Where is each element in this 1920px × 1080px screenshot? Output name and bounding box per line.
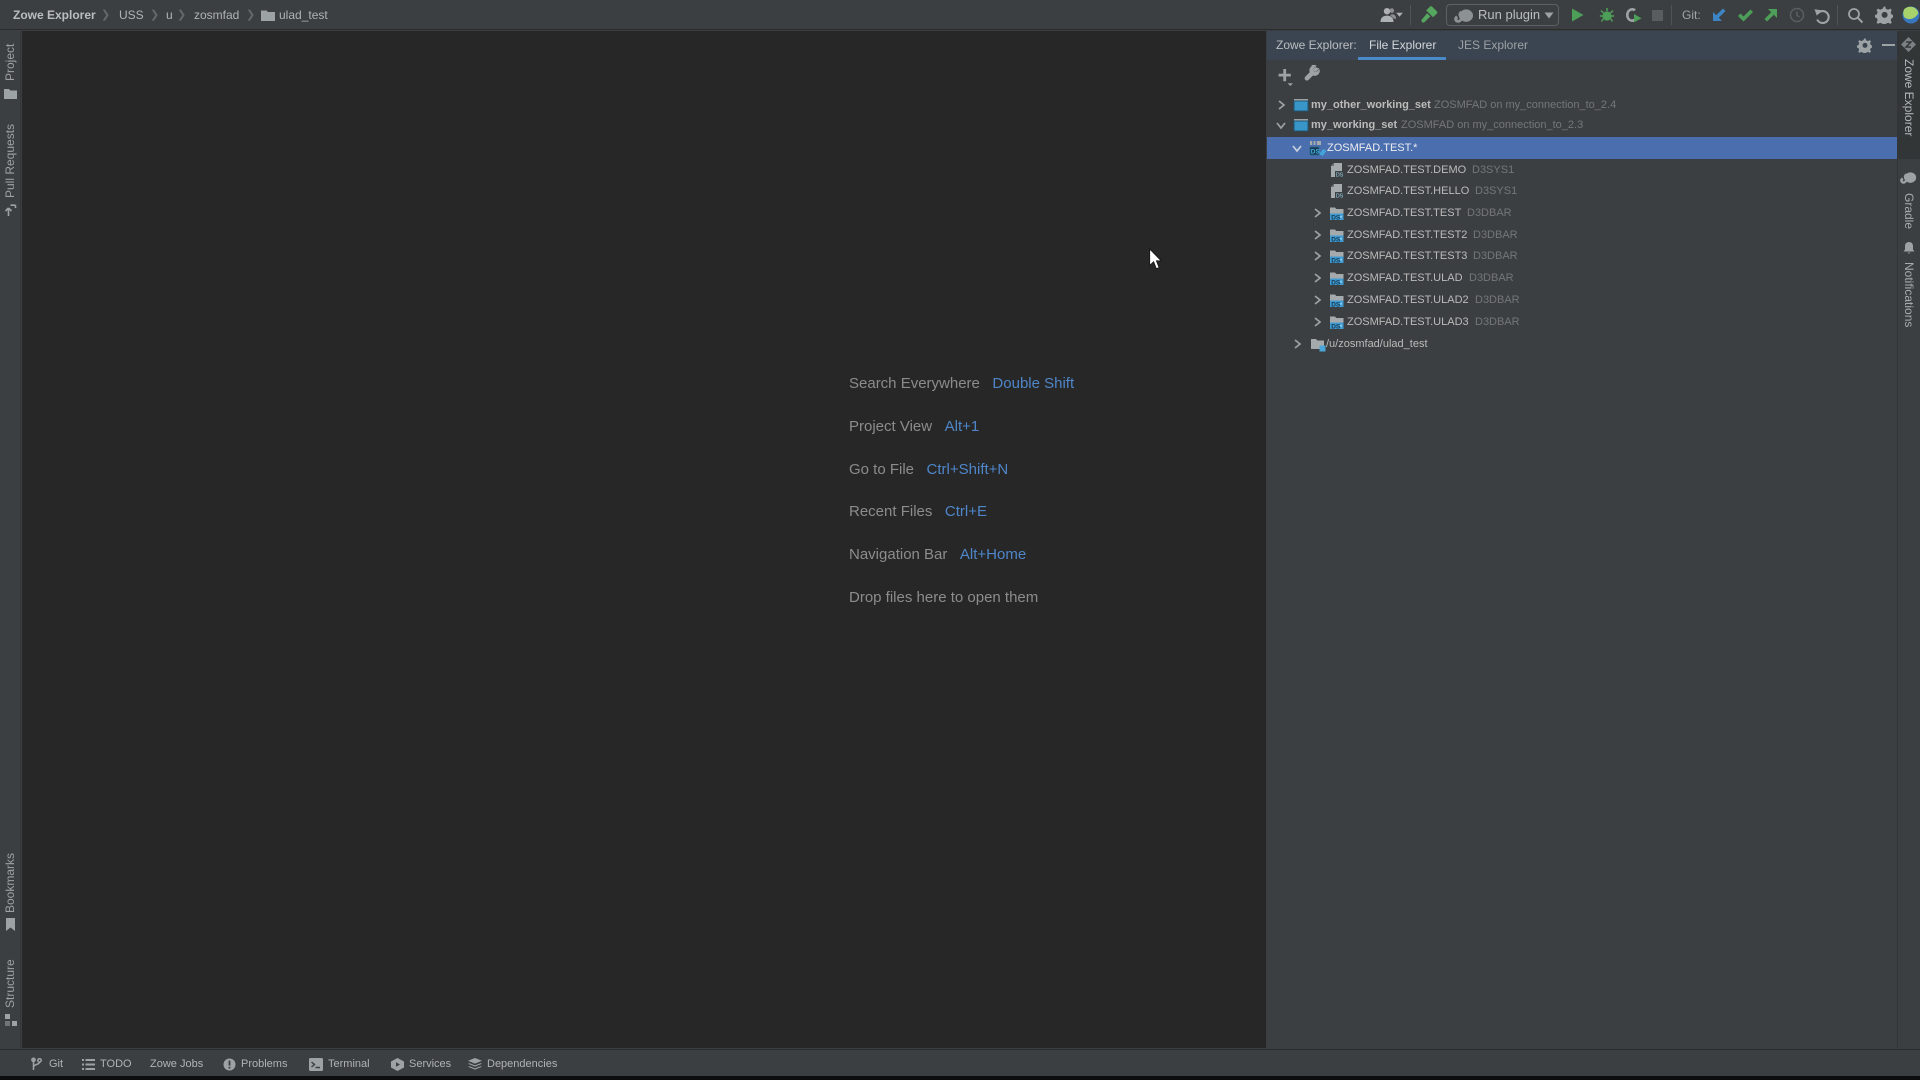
svg-text:DS: DS bbox=[1336, 172, 1344, 178]
svg-text:DS: DS bbox=[1331, 301, 1341, 308]
svg-text:DS: DS bbox=[1331, 257, 1341, 264]
svg-text:DS: DS bbox=[1331, 236, 1341, 243]
svg-text:DS: DS bbox=[1336, 193, 1344, 199]
svg-text:DS: DS bbox=[1331, 323, 1341, 330]
svg-text:DS: DS bbox=[1311, 149, 1321, 156]
svg-text:DS: DS bbox=[1331, 279, 1341, 286]
svg-text:DS: DS bbox=[1331, 214, 1341, 221]
